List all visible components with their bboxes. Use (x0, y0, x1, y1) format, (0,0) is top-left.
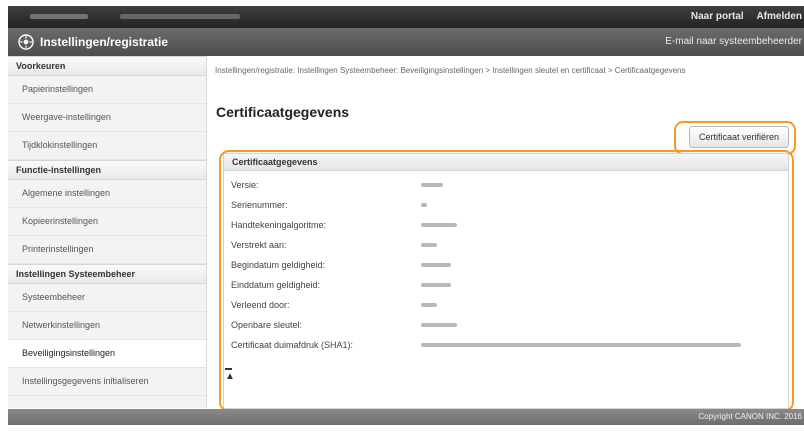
sidebar-item-systeembeheer[interactable]: Systeembeheer (8, 284, 206, 312)
cert-value-blurred (421, 303, 437, 307)
sidebar-item-kopieerinstellingen[interactable]: Kopieerinstellingen (8, 208, 206, 236)
sidebar-item-algemene-instellingen[interactable]: Algemene instellingen (8, 180, 206, 208)
cert-row-label: Begindatum geldigheid: (231, 260, 326, 270)
cert-value-blurred (421, 183, 443, 187)
cert-row-label: Verleend door: (231, 300, 290, 310)
sidebar-item-papierinstellingen[interactable]: Papierinstellingen (8, 76, 206, 104)
sidebar-item-instellingsgegevens-initialiseren[interactable]: Instellingsgegevens initialiseren (8, 368, 206, 396)
sidebar-item-weergave-instellingen[interactable]: Weergave-instellingen (8, 104, 206, 132)
top-bar: Naar portal Afmelden (8, 6, 804, 28)
sidebar-section-systeembeheer: Instellingen Systeembeheer (8, 264, 206, 284)
sidebar-item-printerinstellingen[interactable]: Printerinstellingen (8, 236, 206, 264)
cert-row-label: Verstrekt aan: (231, 240, 287, 250)
scroll-to-top-icon[interactable]: ▲ (225, 368, 235, 382)
cert-row-label: Versie: (231, 180, 259, 190)
sidebar-item-beveiligingsinstellingen[interactable]: Beveiligingsinstellingen (8, 340, 206, 368)
sidebar-item-tijdklokinstellingen[interactable]: Tijdklokinstellingen (8, 132, 206, 160)
cert-row-label: Certificaat duimafdruk (SHA1): (231, 340, 354, 350)
sidebar: Voorkeuren Papierinstellingen Weergave-i… (8, 56, 207, 408)
device-name-blurred (30, 14, 88, 19)
copyright-text: Copyright CANON INC. 2016 (698, 412, 802, 421)
cert-value-blurred (421, 223, 457, 227)
verify-certificate-button[interactable]: Certificaat verifiëren (688, 126, 789, 148)
cert-value-blurred (421, 323, 457, 327)
cert-row-label: Einddatum geldigheid: (231, 280, 321, 290)
breadcrumb: Instellingen/registratie: Instellingen S… (215, 66, 686, 75)
email-admin-link[interactable]: E-mail naar systeembeheerder (665, 28, 802, 56)
cert-value-blurred (421, 203, 427, 207)
portal-link[interactable]: Naar portal (691, 11, 744, 22)
cert-row-label: Openbare sleutel: (231, 320, 303, 330)
cert-value-blurred (421, 263, 451, 267)
main-content: Instellingen/registratie: Instellingen S… (207, 56, 804, 412)
cert-row-label: Handtekeningalgoritme: (231, 220, 327, 230)
cert-row-label: Serienummer: (231, 200, 288, 210)
logout-link[interactable]: Afmelden (756, 11, 802, 22)
page-title: Certificaatgegevens (216, 104, 350, 120)
top-links: Naar portal Afmelden (681, 6, 802, 28)
cert-value-blurred (421, 243, 437, 247)
sidebar-item-netwerkinstellingen[interactable]: Netwerkinstellingen (8, 312, 206, 340)
header-title: Instellingen/registratie (40, 35, 169, 49)
device-model-blurred (120, 14, 240, 19)
footer-bar: Copyright CANON INC. 2016 (8, 409, 804, 425)
cert-panel-header: Certificaatgegevens (224, 154, 788, 171)
header-bar: Instellingen/registratie E-mail naar sys… (8, 28, 804, 56)
cert-fingerprint-blurred (421, 343, 741, 347)
sidebar-section-voorkeuren: Voorkeuren (8, 56, 206, 76)
sidebar-section-functie-instellingen: Functie-instellingen (8, 160, 206, 180)
settings-gear-icon (18, 34, 34, 50)
cert-value-blurred (421, 283, 451, 287)
